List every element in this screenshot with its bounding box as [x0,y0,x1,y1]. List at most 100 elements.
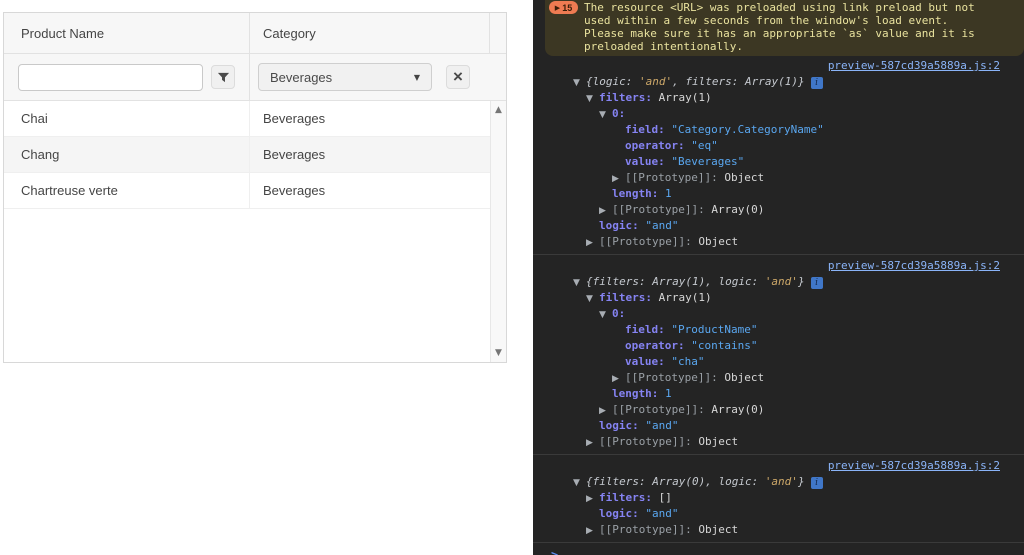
column-header-product-name[interactable]: Product Name [4,13,250,53]
object-preview-row: ▼{logic: 'and', filters: Array(1)}i [533,74,1024,90]
property-value: Array(1) [652,291,712,304]
scroll-down-icon[interactable]: ▼ [491,348,506,358]
product-filter-input[interactable] [18,64,203,91]
source-location: preview-587cd39a5889a.js:2 [533,258,1024,274]
collapse-arrow-icon[interactable]: ▼ [599,307,612,323]
product-grid: Product Name Category Beverages ▼ × Chai… [3,12,507,363]
warning-text-line: preloaded intentionally. [584,40,1016,53]
warning-count: 15 [562,0,572,16]
console-warning-message: ▶ 15 The resource <URL> was preloaded us… [545,0,1024,56]
collapse-arrow-icon[interactable]: ▼ [599,107,612,123]
category-cell: Beverages [250,137,490,172]
property-key: filters: [599,491,652,504]
dropdown-selected-value: Beverages [270,70,332,85]
expand-arrow-icon[interactable]: ▶ [612,371,625,387]
property-value: "Beverages" [665,155,744,168]
property-key: [[Prototype]]: [599,523,692,536]
source-link[interactable]: preview-587cd39a5889a.js:2 [828,59,1000,72]
expand-arrow-icon[interactable]: ▶ [586,435,599,451]
console-property-row: length: 1 [533,186,1024,202]
grid-scrollbar[interactable]: ▲ ▼ [490,101,506,362]
object-preview: {logic: 'and', filters: Array(1)} [586,75,805,88]
property-key: operator: [625,339,685,352]
property-value: "contains" [685,339,758,352]
source-link[interactable]: preview-587cd39a5889a.js:2 [828,259,1000,272]
property-value: 1 [658,187,671,200]
console-property-row: logic: "and" [533,418,1024,434]
console-property-row: ▼0: [533,306,1024,322]
console-log-entry: preview-587cd39a5889a.js:2▼{logic: 'and'… [533,58,1024,254]
property-value: Object [692,523,738,536]
product-filter-cell [4,54,250,100]
property-key: filters: [599,291,652,304]
collapse-arrow-icon[interactable]: ▼ [586,91,599,107]
category-cell: Beverages [250,173,490,208]
property-value: Object [718,171,764,184]
info-icon: i [811,277,823,289]
scroll-up-icon[interactable]: ▲ [491,105,506,115]
collapse-arrow-icon[interactable]: ▼ [573,75,586,91]
table-row[interactable]: ChaiBeverages [4,101,490,137]
console-property-row: ▶[[Prototype]]: Object [533,434,1024,450]
category-filter-cell: Beverages ▼ × [250,54,506,100]
property-key: [[Prototype]]: [612,203,705,216]
console-log-entry: preview-587cd39a5889a.js:2 ▼{filters: Arr… [533,454,1024,542]
property-value: "and" [639,219,679,232]
property-key: logic: [599,419,639,432]
property-value: "cha" [665,355,705,368]
object-preview: {filters: Array(0), logic: 'and'} [586,475,805,488]
console-property-row: ▼filters: Array(1) [533,90,1024,106]
product-name-cell: Chartreuse verte [4,173,250,208]
console-property-row: ▶[[Prototype]]: Object [533,170,1024,186]
expand-arrow-icon[interactable]: ▶ [586,491,599,507]
expand-arrow-icon[interactable]: ▶ [586,235,599,251]
table-row[interactable]: ChangBeverages [4,137,490,173]
property-key: filters: [599,91,652,104]
header-scrollbar-spacer [490,13,506,53]
property-key: value: [625,155,665,168]
category-filter-dropdown[interactable]: Beverages ▼ [258,63,432,91]
property-key: [[Prototype]]: [625,371,718,384]
expand-arrow-icon[interactable]: ▶ [599,403,612,419]
collapse-arrow-icon[interactable]: ▼ [586,291,599,307]
grid-body: ChaiBeveragesChangBeveragesChartreuse ve… [4,101,490,362]
warning-count-badge[interactable]: ▶ 15 [549,1,578,14]
console-prompt[interactable]: > [533,542,1024,555]
warning-text-line: used within a few seconds from the windo… [584,14,1016,27]
info-icon: i [811,477,823,489]
console-property-row: logic: "and" [533,218,1024,234]
expand-arrow-icon[interactable]: ▶ [612,171,625,187]
expand-arrow-icon[interactable]: ▶ [599,203,612,219]
collapse-arrow-icon[interactable]: ▼ [573,275,586,291]
column-header-category[interactable]: Category [250,13,490,53]
console-property-row: value: "cha" [533,354,1024,370]
property-value: "eq" [685,139,718,152]
object-preview: {filters: Array(1), logic: 'and'} [586,275,805,288]
prompt-chevron-icon: > [551,548,558,555]
property-value: Object [692,435,738,448]
console-property-row: ▶[[Prototype]]: Object [533,522,1024,538]
column-header-label: Category [263,26,316,41]
source-location: preview-587cd39a5889a.js:2 [533,458,1024,474]
collapse-arrow-icon[interactable]: ▼ [573,475,586,491]
console-property-row: ▶[[Prototype]]: Array(0) [533,402,1024,418]
console-property-row: length: 1 [533,386,1024,402]
property-value: Object [692,235,738,248]
filter-button[interactable] [211,65,235,89]
grid-filter-row: Beverages ▼ × [4,54,506,101]
console-property-row: ▼filters: Array(1) [533,290,1024,306]
property-key: [[Prototype]]: [625,171,718,184]
property-key: length: [612,187,658,200]
column-header-label: Product Name [21,26,104,41]
source-link[interactable]: preview-587cd39a5889a.js:2 [828,459,1000,472]
clear-filter-button[interactable]: × [446,65,470,89]
table-row[interactable]: Chartreuse verteBeverages [4,173,490,209]
console-property-row: value: "Beverages" [533,154,1024,170]
expand-arrow-icon[interactable]: ▶ [586,523,599,539]
property-value: "and" [639,507,679,520]
property-key: logic: [599,219,639,232]
console-property-row: logic: "and" [533,506,1024,522]
object-preview-row: ▼{filters: Array(0), logic: 'and'} i [533,474,1024,490]
chevron-down-icon: ▼ [414,73,420,82]
property-value: Array(1) [652,91,712,104]
